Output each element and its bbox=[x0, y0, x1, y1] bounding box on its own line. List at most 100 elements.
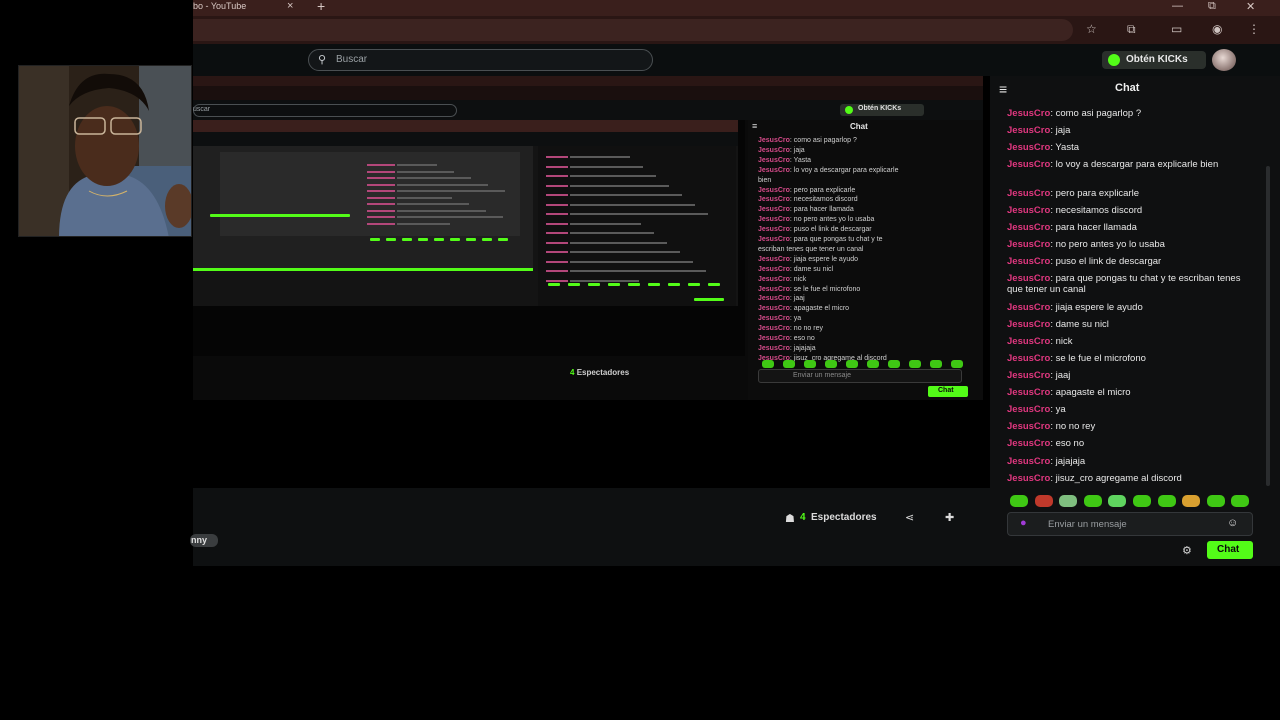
nested-chat-text: : jajajaja bbox=[789, 344, 816, 352]
nested-chat-username: JesusCro bbox=[758, 206, 790, 214]
chat-username[interactable]: JesusCro bbox=[1007, 239, 1050, 250]
bookmark-star-icon[interactable]: ☆ bbox=[1086, 22, 1097, 36]
chat-username[interactable]: JesusCro bbox=[1007, 222, 1050, 233]
nested-emote bbox=[804, 360, 816, 368]
settings-icon[interactable]: ⚙ bbox=[1182, 544, 1192, 557]
chat-scrollbar[interactable] bbox=[1266, 166, 1270, 486]
chat-username[interactable]: JesusCro bbox=[1007, 421, 1050, 432]
nested-chat-text: : se le fue el microfono bbox=[789, 285, 861, 293]
chat-username[interactable]: JesusCro bbox=[1007, 370, 1050, 381]
chat-message-text: : Yasta bbox=[1050, 142, 1080, 153]
restore-icon[interactable]: ⧉ bbox=[1208, 0, 1216, 13]
emote-6[interactable] bbox=[1133, 495, 1151, 507]
emoji-icon[interactable]: ☺ bbox=[1227, 517, 1238, 529]
menu-icon[interactable]: ⋮ bbox=[1248, 22, 1260, 36]
emote-9[interactable] bbox=[1206, 495, 1225, 507]
chat-message-text: : se le fue el microfono bbox=[1050, 353, 1146, 364]
nested-deep-text bbox=[570, 232, 654, 234]
share-icon[interactable]: ⋖ bbox=[905, 511, 914, 524]
chat-username[interactable]: JesusCro bbox=[1007, 302, 1050, 313]
nested-chat-message: JesusCro: jaaj bbox=[758, 295, 805, 302]
chat-username[interactable]: JesusCro bbox=[1007, 159, 1050, 170]
chat-username[interactable]: JesusCro bbox=[1007, 256, 1050, 267]
reading-list-icon[interactable]: ▭ bbox=[1171, 22, 1182, 36]
emote-3[interactable] bbox=[1059, 495, 1078, 507]
browser-tab-title[interactable]: bo - YouTube bbox=[193, 1, 246, 11]
profile-icon[interactable]: ◉ bbox=[1212, 22, 1222, 36]
nested-chat-message: JesusCro: no no rey bbox=[758, 325, 823, 332]
chat-username[interactable]: JesusCro bbox=[1007, 387, 1050, 398]
emote-10[interactable] bbox=[1231, 495, 1250, 507]
chat-username[interactable]: JesusCro bbox=[1007, 319, 1050, 330]
chat-message-text: : jajajaja bbox=[1050, 456, 1086, 467]
nested-deep-username bbox=[546, 232, 568, 234]
close-window-icon[interactable]: ✕ bbox=[1246, 0, 1255, 13]
chat-username[interactable]: JesusCro bbox=[1007, 142, 1050, 153]
chat-username[interactable]: JesusCro bbox=[1007, 404, 1050, 415]
minimize-icon[interactable]: — bbox=[1172, 0, 1183, 12]
emote-8[interactable] bbox=[1182, 495, 1201, 507]
nested-deep-text bbox=[397, 177, 471, 179]
nested-chat-collapse-icon: ≡ bbox=[752, 121, 758, 131]
chat-username[interactable]: JesusCro bbox=[1007, 438, 1050, 449]
nested-deep-username bbox=[367, 209, 395, 212]
chat-username[interactable]: JesusCro bbox=[1007, 108, 1050, 119]
emote-1[interactable] bbox=[1010, 495, 1028, 507]
chat-message-text: : como asi pagarlop ? bbox=[1050, 108, 1142, 119]
extensions-icon[interactable]: ⧉ bbox=[1127, 22, 1136, 37]
kicks-coin-icon bbox=[1108, 54, 1120, 66]
nested-search-box bbox=[193, 104, 457, 117]
chat-username[interactable]: JesusCro bbox=[1007, 125, 1050, 136]
chat-username[interactable]: JesusCro bbox=[1007, 336, 1050, 347]
nested-2-header bbox=[193, 132, 738, 146]
tab-close-icon[interactable]: × bbox=[287, 0, 293, 12]
emote-5[interactable] bbox=[1108, 495, 1127, 507]
emote-4[interactable] bbox=[1083, 495, 1102, 507]
emote-2[interactable] bbox=[1034, 495, 1053, 507]
chat-collapse-icon[interactable]: ≡ bbox=[999, 81, 1007, 97]
chat-message-text: : ya bbox=[1050, 404, 1066, 415]
nested-chat-username: JesusCro bbox=[758, 255, 790, 263]
chat-username[interactable]: JesusCro bbox=[1007, 473, 1050, 484]
follow-icon[interactable]: ✚ bbox=[945, 511, 954, 524]
nested-chat-text: : para hacer llamada bbox=[789, 206, 854, 214]
nested-deep-username bbox=[546, 203, 568, 206]
nested-kicks-label: Obtén KICKs bbox=[858, 105, 902, 112]
chat-message: JesusCro: para que pongas tu chat y te e… bbox=[1007, 273, 1257, 295]
nested-chat-message: JesusCro: puso el link de descargar bbox=[758, 226, 872, 233]
chat-username[interactable]: JesusCro bbox=[1007, 205, 1050, 216]
mic-icon[interactable]: ● bbox=[1020, 517, 1027, 529]
nested-deep-username bbox=[546, 251, 568, 253]
emote-7[interactable] bbox=[1157, 495, 1176, 507]
nested-deep-text bbox=[570, 203, 695, 206]
nested-deep-username bbox=[367, 183, 395, 186]
nested-chat-message: JesusCro: eso no bbox=[758, 335, 815, 342]
webcam-overlay bbox=[18, 65, 192, 237]
nested-chat-username: JesusCro bbox=[758, 186, 790, 194]
nested-chat-message: JesusCro: necesitamos discord bbox=[758, 196, 858, 203]
chat-username[interactable]: JesusCro bbox=[1007, 188, 1050, 199]
nested-deep-text bbox=[570, 222, 641, 225]
chat-username[interactable]: JesusCro bbox=[1007, 273, 1050, 284]
chat-input[interactable] bbox=[1007, 512, 1253, 536]
nested-deep-text bbox=[570, 194, 682, 196]
chat-message: JesusCro: como asi pagarlop ? bbox=[1007, 108, 1257, 119]
get-kicks-label: Obtén KICKs bbox=[1126, 54, 1188, 65]
nested-chat-text: : Yasta bbox=[789, 156, 812, 164]
avatar[interactable] bbox=[1212, 49, 1236, 71]
address-field[interactable] bbox=[193, 19, 1073, 41]
nested-deep-username bbox=[546, 194, 568, 196]
stream-info-bar bbox=[193, 488, 990, 566]
nested-deep-emote bbox=[466, 238, 476, 241]
nested-chat-message: JesusCro: se le fue el microfono bbox=[758, 286, 860, 293]
chat-username[interactable]: JesusCro bbox=[1007, 353, 1050, 364]
browser-tab-bar bbox=[193, 0, 1280, 16]
nested-chat-username: JesusCro bbox=[758, 315, 790, 323]
nested-deep-emote bbox=[498, 238, 508, 241]
new-tab-icon[interactable]: + bbox=[317, 0, 325, 14]
nested-deep-username bbox=[546, 222, 568, 225]
chat-username[interactable]: JesusCro bbox=[1007, 456, 1050, 467]
nested-chat-message: JesusCro: jajajaja bbox=[758, 345, 816, 352]
chat-message: JesusCro: puso el link de descargar bbox=[1007, 256, 1257, 267]
nested-viewer-label: Espectadores bbox=[576, 368, 630, 377]
